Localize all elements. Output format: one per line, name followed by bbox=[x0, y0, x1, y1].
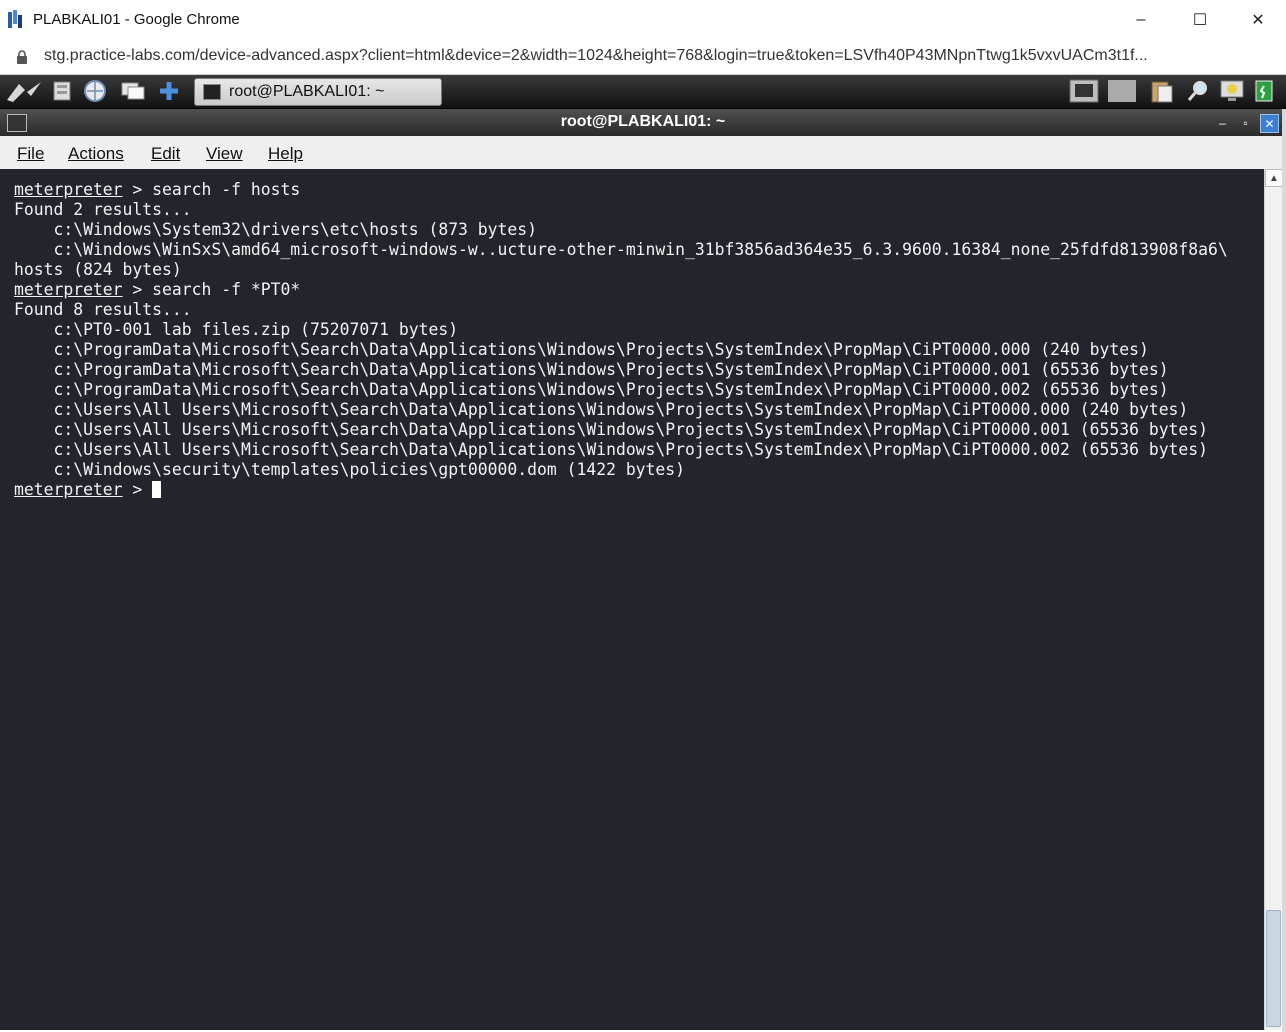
close-icon: ✕ bbox=[1251, 12, 1265, 29]
scrollbar-thumb[interactable] bbox=[1266, 910, 1281, 1027]
menu-help[interactable]: Help bbox=[268, 144, 303, 164]
menu-file[interactable]: File bbox=[17, 144, 44, 164]
terminal-line: c:\Users\All Users\Microsoft\Search\Data… bbox=[14, 400, 1189, 419]
terminal-window-title: root@PLABKALI01: ~ bbox=[560, 113, 726, 130]
terminal-line: > bbox=[122, 480, 153, 499]
window-title: PLABKALI01 - Google Chrome bbox=[33, 11, 240, 28]
terminal-restore-icon[interactable]: ▫ bbox=[1237, 114, 1254, 131]
terminal-minimize-icon[interactable]: – bbox=[1214, 114, 1231, 131]
terminal-output-area[interactable]: meterpreter > search -f hosts Found 2 re… bbox=[0, 169, 1264, 1030]
maximize-icon: ☐ bbox=[1192, 12, 1208, 29]
terminal-line: c:\ProgramData\Microsoft\Search\Data\App… bbox=[14, 340, 1149, 359]
url-text[interactable]: stg.practice-labs.com/device-advanced.as… bbox=[44, 47, 1274, 65]
terminal-prompt: meterpreter bbox=[14, 180, 123, 199]
terminal-line: c:\Windows\security\templates\policies\g… bbox=[14, 460, 686, 479]
maximize-button[interactable]: ☐ bbox=[1171, 0, 1229, 40]
terminal-line: c:\ProgramData\Microsoft\Search\Data\App… bbox=[14, 360, 1169, 379]
menu-view-label: View bbox=[206, 144, 243, 163]
search-icon[interactable] bbox=[1185, 79, 1211, 103]
terminal-text: meterpreter > search -f hosts Found 2 re… bbox=[14, 180, 1228, 500]
terminal-cursor bbox=[152, 481, 162, 498]
terminal-menu-bar: File Actions Edit View Help bbox=[0, 136, 1286, 170]
terminal-tray-icon[interactable] bbox=[1068, 79, 1100, 103]
browser-title-bar: PLABKALI01 - Google Chrome – ☐ ✕ bbox=[0, 0, 1286, 41]
terminal-prompt: meterpreter bbox=[14, 480, 123, 499]
terminal-window-titlebar[interactable]: root@PLABKALI01: ~ – ▫ ✕ bbox=[0, 109, 1286, 136]
terminal-line: > search -f hosts bbox=[122, 180, 301, 199]
menu-actions-label: Actions bbox=[68, 144, 124, 163]
menu-help-label: Help bbox=[268, 144, 303, 163]
terminal-icon bbox=[203, 84, 221, 100]
desktop-top-panel: root@PLABKALI01: ~ bbox=[0, 75, 1286, 109]
address-bar[interactable]: stg.practice-labs.com/device-advanced.as… bbox=[0, 40, 1286, 75]
terminal-prompt: meterpreter bbox=[14, 280, 123, 299]
terminal-line: c:\Users\All Users\Microsoft\Search\Data… bbox=[14, 420, 1209, 439]
system-monitor-icon[interactable] bbox=[1218, 79, 1246, 103]
add-icon[interactable] bbox=[156, 79, 182, 103]
taskbar-terminal-button[interactable]: root@PLABKALI01: ~ bbox=[194, 78, 442, 106]
scroll-up-icon[interactable]: ▲ bbox=[1265, 169, 1283, 187]
minimize-icon: – bbox=[1136, 11, 1146, 28]
terminal-line: c:\ProgramData\Microsoft\Search\Data\App… bbox=[14, 380, 1169, 399]
logout-icon[interactable] bbox=[1250, 79, 1278, 103]
menu-actions[interactable]: Actions bbox=[68, 144, 124, 164]
terminal-line: c:\Windows\WinSxS\amd64_microsoft-window… bbox=[14, 240, 1228, 259]
close-button[interactable]: ✕ bbox=[1229, 0, 1286, 40]
terminal-line: c:\Windows\System32\drivers\etc\hosts (8… bbox=[14, 220, 538, 239]
file-manager-icon[interactable] bbox=[50, 79, 74, 103]
terminal-line: hosts (824 bytes) bbox=[14, 260, 182, 279]
lock-icon bbox=[17, 50, 27, 64]
terminal-line: Found 2 results... bbox=[14, 200, 192, 219]
menu-view[interactable]: View bbox=[206, 144, 243, 164]
terminal-scrollbar[interactable]: ▲ bbox=[1264, 169, 1283, 1030]
clipboard-icon[interactable] bbox=[1148, 79, 1176, 103]
window-right-border bbox=[1282, 109, 1286, 1032]
show-desktop-icon[interactable] bbox=[119, 79, 147, 103]
terminal-line: c:\PT0-001 lab files.zip (75207071 bytes… bbox=[14, 320, 459, 339]
blank-tray-icon[interactable] bbox=[1106, 79, 1138, 103]
kali-dragon-icon[interactable] bbox=[4, 79, 44, 103]
terminal-close-icon[interactable]: ✕ bbox=[1260, 114, 1279, 133]
menu-file-label: File bbox=[17, 144, 45, 163]
terminal-line: c:\Users\All Users\Microsoft\Search\Data… bbox=[14, 440, 1209, 459]
browser-icon[interactable] bbox=[82, 79, 108, 103]
practice-labs-icon bbox=[8, 10, 22, 28]
menu-edit-label: Edit bbox=[151, 144, 181, 163]
terminal-line: Found 8 results... bbox=[14, 300, 192, 319]
minimize-button[interactable]: – bbox=[1112, 0, 1170, 40]
taskbar-terminal-label: root@PLABKALI01: ~ bbox=[229, 83, 385, 100]
terminal-line: > search -f *PT0* bbox=[122, 280, 301, 299]
menu-edit[interactable]: Edit bbox=[151, 144, 180, 164]
